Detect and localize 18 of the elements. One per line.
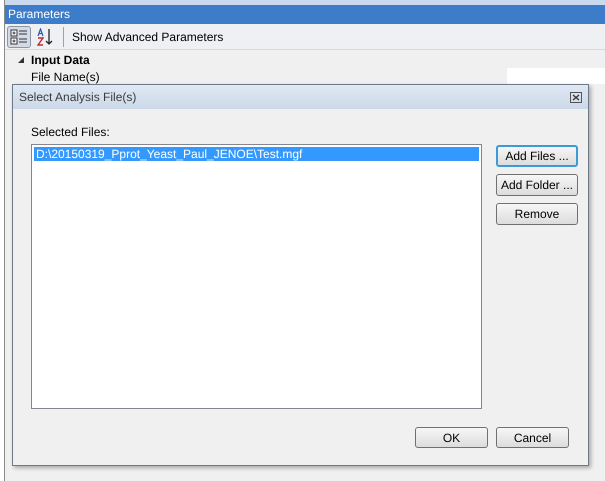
property-value-field[interactable] <box>507 68 605 84</box>
dialog-button[interactable]: Remove <box>496 203 578 225</box>
dialog-title: Select Analysis File(s) <box>19 89 136 106</box>
list-label: Selected Files: <box>31 124 111 141</box>
show-advanced-button[interactable]: Show Advanced Parameters <box>69 28 226 46</box>
dialog-button[interactable]: Add Folder ... <box>496 174 578 196</box>
expand-arrow-icon[interactable] <box>18 57 24 63</box>
category-label: Input Data <box>31 52 90 69</box>
property-label: File Name(s) <box>31 69 101 84</box>
close-button[interactable] <box>570 92 582 102</box>
dialog-button[interactable]: OK <box>415 427 488 448</box>
dialog-button[interactable]: Cancel <box>496 427 569 448</box>
close-icon <box>572 94 580 100</box>
alphabetical-sort-icon <box>37 28 55 46</box>
sort-button[interactable] <box>7 26 31 48</box>
dialog-button[interactable]: Add Files ... <box>496 145 578 167</box>
panel-title: Parameters <box>5 5 605 24</box>
categorized-list-icon <box>10 28 28 44</box>
